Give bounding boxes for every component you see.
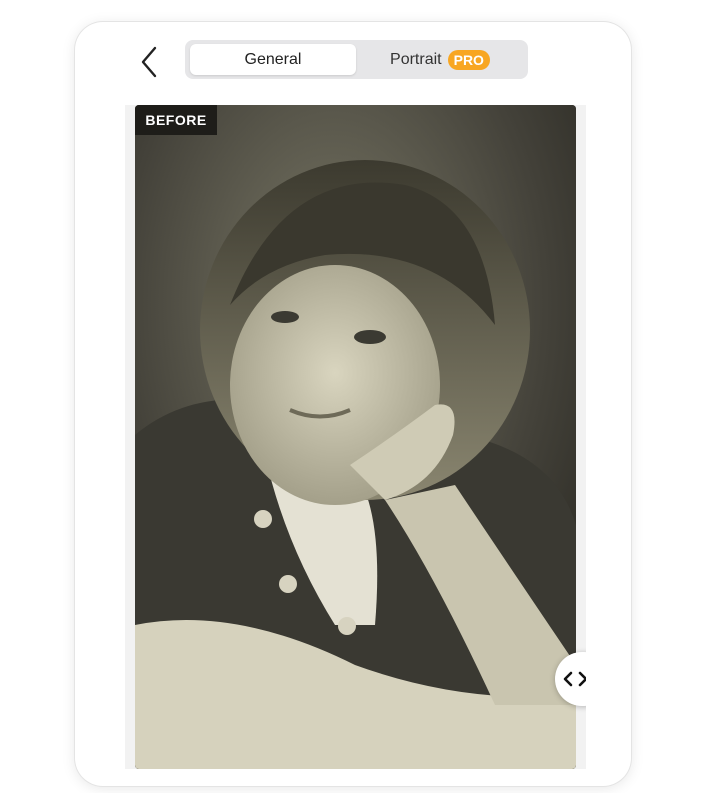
pro-badge: PRO	[447, 49, 490, 70]
chevron-left-icon	[141, 46, 157, 78]
back-button[interactable]	[135, 44, 165, 80]
mode-segmented-control: General Portrait PRO	[185, 40, 528, 79]
before-label: BEFORE	[135, 105, 217, 135]
before-photo: BEFORE	[135, 105, 576, 769]
left-right-arrows-icon	[563, 671, 586, 687]
app-screen: General Portrait PRO BEFORE	[75, 22, 631, 786]
tab-general-label: General	[244, 50, 302, 68]
tab-portrait[interactable]: Portrait PRO	[356, 44, 524, 75]
photo-compare-area: BEFORE	[125, 105, 586, 769]
tab-portrait-label: Portrait	[390, 50, 442, 68]
tab-general[interactable]: General	[190, 44, 356, 75]
portrait-photo-illustration	[135, 105, 576, 769]
